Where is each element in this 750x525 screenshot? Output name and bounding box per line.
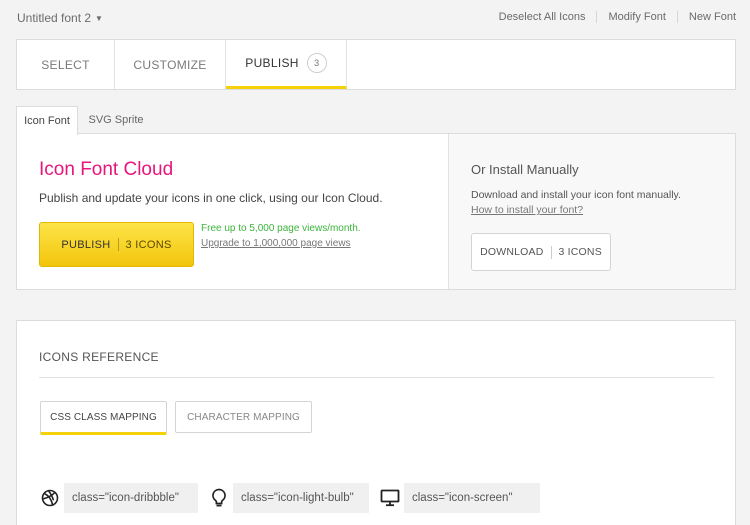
modify-font-link[interactable]: Modify Font — [596, 11, 676, 23]
divider — [39, 377, 714, 378]
publish-button[interactable]: PUBLISH 3 ICONS — [39, 222, 194, 267]
tab-publish[interactable]: PUBLISH 3 — [226, 40, 347, 89]
light-bulb-icon — [208, 487, 230, 509]
list-item: class="icon-screen" — [379, 483, 540, 513]
tab-customize[interactable]: CUSTOMIZE — [115, 40, 226, 89]
step-tabs: SELECT CUSTOMIZE PUBLISH 3 — [16, 39, 736, 90]
icon-class-list: class="icon-dribbble" class="icon-light-… — [39, 483, 550, 513]
character-mapping-tab[interactable]: CHARACTER MAPPING — [175, 401, 312, 433]
font-name-dropdown[interactable]: Untitled font 2 ▼ — [17, 11, 103, 25]
top-bar: Untitled font 2 ▼ Deselect All Icons Modi… — [0, 0, 750, 36]
cloud-title: Icon Font Cloud — [39, 159, 174, 180]
manual-description: Download and install your icon font manu… — [471, 189, 681, 201]
new-font-link[interactable]: New Font — [676, 11, 736, 23]
icons-reference-title: ICONS REFERENCE — [39, 350, 159, 364]
dribbble-icon — [39, 487, 61, 509]
publish-button-label: PUBLISH — [61, 238, 111, 251]
icon-class-name[interactable]: class="icon-dribbble" — [64, 483, 198, 513]
download-button-label: DOWNLOAD — [480, 246, 544, 258]
download-button[interactable]: DOWNLOAD 3 ICONS — [471, 233, 611, 271]
list-item: class="icon-dribbble" — [39, 483, 198, 513]
download-button-count: 3 ICONS — [558, 246, 602, 258]
caret-down-icon: ▼ — [95, 14, 103, 23]
icon-font-cloud-section: Icon Font Cloud Publish and update your … — [17, 134, 448, 289]
top-links: Deselect All Icons Modify Font New Font — [488, 11, 736, 23]
screen-icon — [379, 487, 401, 509]
publish-count-badge: 3 — [306, 53, 327, 73]
button-divider — [550, 245, 552, 259]
button-divider — [117, 238, 119, 251]
publish-panel: Icon Font Cloud Publish and update your … — [16, 133, 736, 290]
tab-select[interactable]: SELECT — [17, 40, 115, 89]
css-class-mapping-tab[interactable]: CSS CLASS MAPPING — [40, 401, 167, 435]
deselect-all-icons-link[interactable]: Deselect All Icons — [488, 11, 597, 23]
manual-title: Or Install Manually — [471, 162, 579, 177]
font-name: Untitled font 2 — [17, 11, 92, 25]
publish-button-count: 3 ICONS — [125, 238, 172, 251]
subtab-icon-font[interactable]: Icon Font — [16, 106, 78, 135]
install-manually-section: Or Install Manually Download and install… — [448, 134, 735, 289]
upgrade-link[interactable]: Upgrade to 1,000,000 page views — [201, 238, 351, 249]
tab-publish-label: PUBLISH — [245, 56, 299, 70]
icon-class-name[interactable]: class="icon-screen" — [404, 483, 540, 513]
cloud-description: Publish and update your icons in one cli… — [39, 191, 383, 205]
icons-reference-panel: ICONS REFERENCE CSS CLASS MAPPING CHARAC… — [16, 320, 736, 525]
list-item: class="icon-light-bulb" — [208, 483, 369, 513]
icon-class-name[interactable]: class="icon-light-bulb" — [233, 483, 369, 513]
subtab-svg-sprite[interactable]: SVG Sprite — [80, 106, 152, 134]
free-tier-text: Free up to 5,000 page views/month. — [201, 223, 361, 234]
how-to-install-link[interactable]: How to install your font? — [471, 204, 583, 216]
